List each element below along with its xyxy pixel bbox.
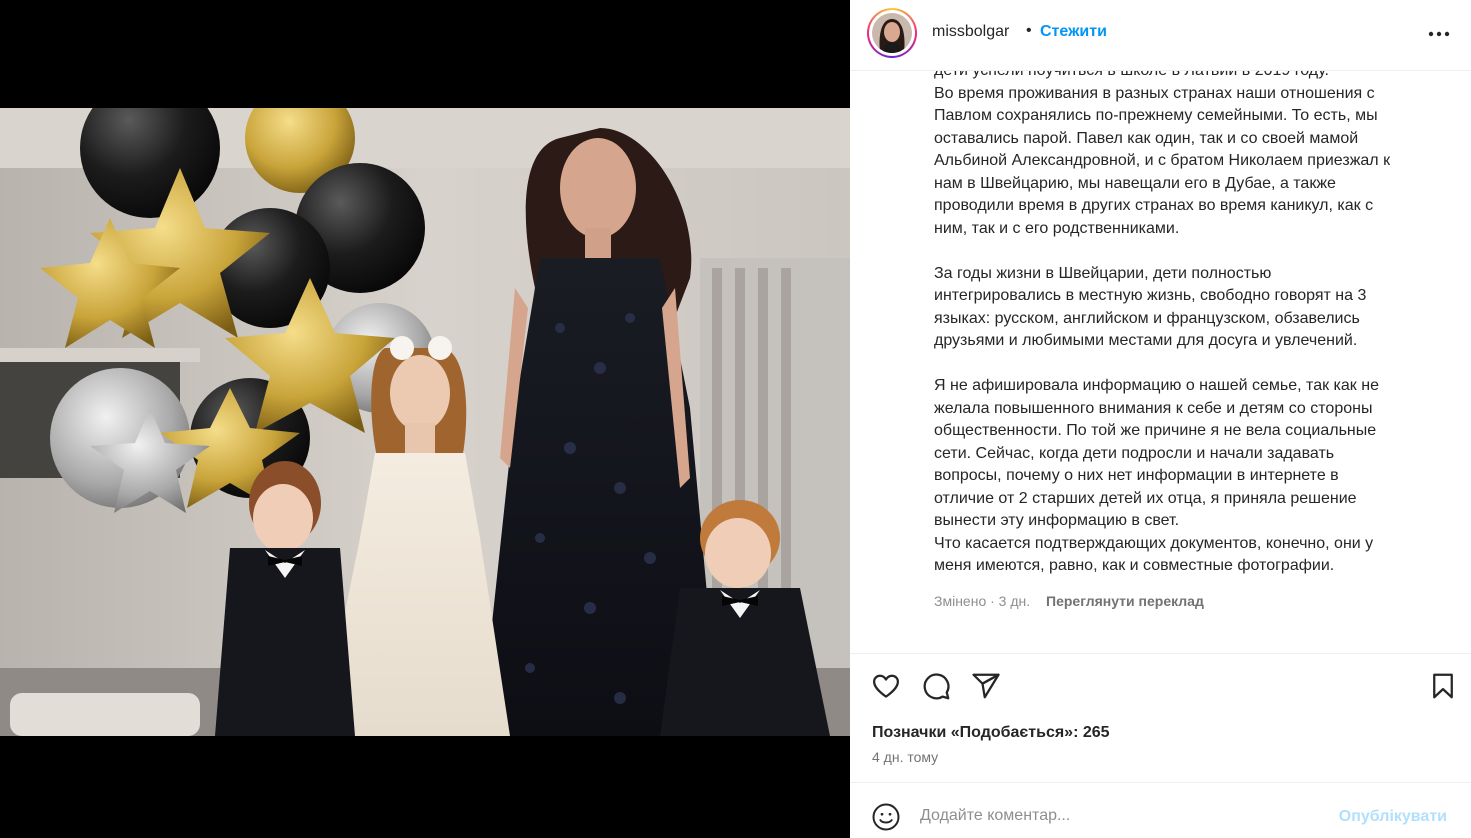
post-time-ago[interactable]: 4 дн. тому xyxy=(872,749,938,765)
caption-line: дети успели поучиться в школе в Латвии в… xyxy=(934,71,1454,83)
edited-timestamp: Змінено · 3 дн. xyxy=(934,593,1031,609)
family-photo-image xyxy=(0,108,850,736)
avatar[interactable] xyxy=(867,8,917,58)
more-horizontal-icon[interactable] xyxy=(1426,22,1452,46)
caption-line: отличие от 2 старших детей их отца, я пр… xyxy=(934,489,1357,507)
caption-line: друзьями и любимыми местами для досуга и… xyxy=(934,332,1358,349)
caption-line: За годы жизни в Швейцарии, дети полность… xyxy=(934,264,1272,282)
caption-line: вопросы, почему о них нет информации в и… xyxy=(934,467,1339,484)
post-viewer: missbolgar • Стежити дети успели поучить… xyxy=(0,0,1471,838)
caption-line: ним, так и с его родственниками. xyxy=(934,219,1180,237)
see-translation-button[interactable]: Переглянути переклад xyxy=(1046,593,1204,609)
heart-icon[interactable] xyxy=(871,671,901,701)
caption-line: общественности. По той же причине я не в… xyxy=(934,422,1377,439)
bookmark-icon[interactable] xyxy=(1428,671,1458,701)
comment-bar: Опублікувати xyxy=(850,782,1471,838)
comment-icon[interactable] xyxy=(921,671,951,701)
post-meta: Змінено · 3 дн. Переглянути переклад xyxy=(934,593,1204,609)
header-separator: • xyxy=(1026,22,1032,39)
caption-line: проводили время в других странах во врем… xyxy=(934,197,1374,214)
emoji-icon[interactable] xyxy=(871,802,901,832)
post-side-panel: missbolgar • Стежити дети успели поучить… xyxy=(850,0,1471,838)
caption-line: языках: русском, английском и французско… xyxy=(934,309,1360,327)
caption-line: интегрировались в местную жизнь, свободн… xyxy=(934,287,1367,304)
caption-paragraph-gap xyxy=(934,240,1454,263)
action-bar xyxy=(850,653,1471,713)
caption-line: Я не афишировала информацию о нашей семь… xyxy=(934,377,1379,394)
caption-line: меня имеются, равно, как и совместные фо… xyxy=(934,557,1335,574)
send-icon[interactable] xyxy=(971,671,1001,701)
avatar-image xyxy=(872,13,912,53)
caption-line: вынести эту информацию в свет. xyxy=(934,512,1180,529)
follow-button[interactable]: Стежити xyxy=(1040,23,1107,41)
username-link[interactable]: missbolgar xyxy=(932,23,1009,41)
likes-count[interactable]: Позначки «Подобається»: 265 xyxy=(872,724,1110,742)
caption-paragraph-gap xyxy=(934,353,1454,376)
avatar-frame xyxy=(869,10,915,56)
caption-line: Павлом сохранялись по-прежнему семейными… xyxy=(934,107,1378,124)
caption-line: желала повышенного внимания к себе и дет… xyxy=(934,399,1373,417)
caption-line: Альбиной Александровной, и с братом Нико… xyxy=(934,152,1391,169)
caption-line: оставались парой. Павел как один, так и … xyxy=(934,129,1359,147)
caption-line: Во время проживания в разных странах наш… xyxy=(934,84,1375,102)
post-header: missbolgar • Стежити xyxy=(850,0,1471,71)
post-media xyxy=(0,0,850,838)
post-caption: дети успели поучиться в школе в Латвии в… xyxy=(934,71,1454,651)
caption-line: сети. Сейчас, когда дети подросли и нача… xyxy=(934,444,1335,462)
comment-input[interactable] xyxy=(920,807,1320,825)
avatar-photo xyxy=(872,13,912,53)
caption-line: нам в Швейцарию, мы навещали его в Дубае… xyxy=(934,174,1336,192)
caption-line: Что касается подтверждающих документов, … xyxy=(934,534,1374,552)
publish-button[interactable]: Опублікувати xyxy=(1339,808,1447,826)
post-photo[interactable] xyxy=(0,108,850,736)
caption-text: дети успели поучиться в школе в Латвии в… xyxy=(934,71,1454,578)
